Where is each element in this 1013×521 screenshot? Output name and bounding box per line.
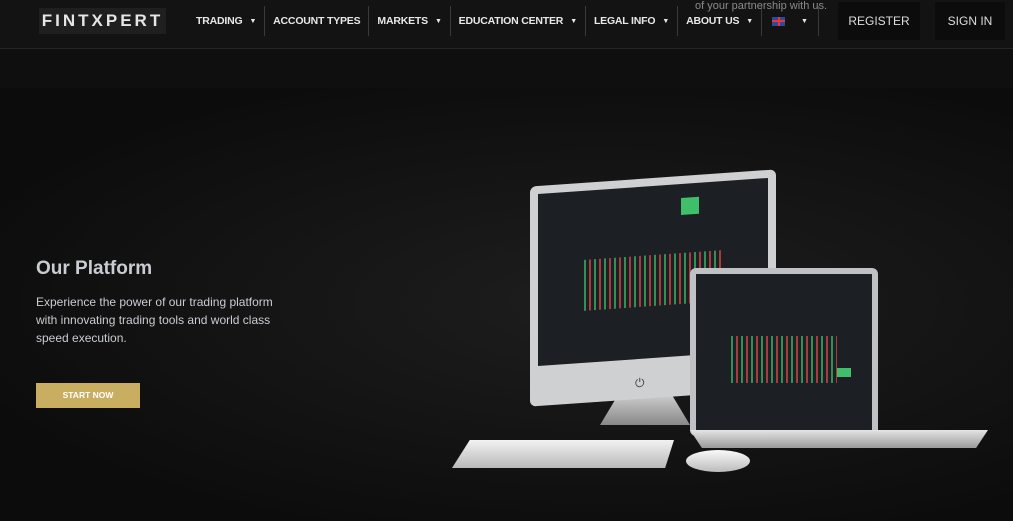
nav-education-center[interactable]: EDUCATION CENTER ▼ [451, 6, 586, 36]
mouse [686, 450, 750, 472]
laptop-screen [696, 274, 872, 430]
caret-down-icon: ▼ [570, 17, 577, 25]
keyboard [452, 440, 674, 468]
start-now-button[interactable]: START NOW [36, 383, 140, 408]
hero-description: Experience the power of our trading plat… [36, 295, 273, 345]
nav-label: ABOUT US [686, 15, 740, 27]
nav-markets[interactable]: MARKETS ▼ [369, 6, 451, 36]
power-icon: ⏻ [635, 375, 645, 391]
nav-trading[interactable]: TRADING ▼ [188, 6, 266, 36]
sign-in-button[interactable]: SIGN IN [935, 2, 1005, 40]
laptop-base [690, 430, 988, 448]
nav-legal-info[interactable]: LEGAL INFO ▼ [586, 6, 679, 36]
nav-label: ACCOUNT TYPES [273, 15, 361, 27]
site-header: FINTXPERT TRADING ▼ ACCOUNT TYPES MARKETS… [0, 0, 1013, 49]
nav-label: MARKETS [377, 15, 428, 27]
nav-label: TRADING [196, 15, 243, 27]
register-button[interactable]: REGISTER [838, 2, 920, 40]
caret-down-icon: ▼ [746, 17, 754, 25]
uk-flag-icon [772, 16, 786, 26]
overflow-text: of your partnership with us. [695, 0, 828, 12]
caret-down-icon: ▼ [801, 17, 808, 25]
candlestick-chart [731, 336, 837, 384]
logo[interactable]: FINTXPERT [39, 8, 166, 34]
caret-down-icon: ▼ [434, 17, 442, 25]
laptop [690, 268, 878, 436]
price-badge [680, 196, 699, 216]
caret-down-icon: ▼ [249, 17, 257, 25]
nav-label: LEGAL INFO [593, 15, 656, 27]
nav-account-types[interactable]: ACCOUNT TYPES [265, 6, 370, 36]
nav-label: EDUCATION CENTER [458, 15, 564, 27]
hero-title: Our Platform [36, 258, 153, 279]
price-badge [836, 367, 851, 377]
caret-down-icon: ▼ [662, 17, 670, 25]
